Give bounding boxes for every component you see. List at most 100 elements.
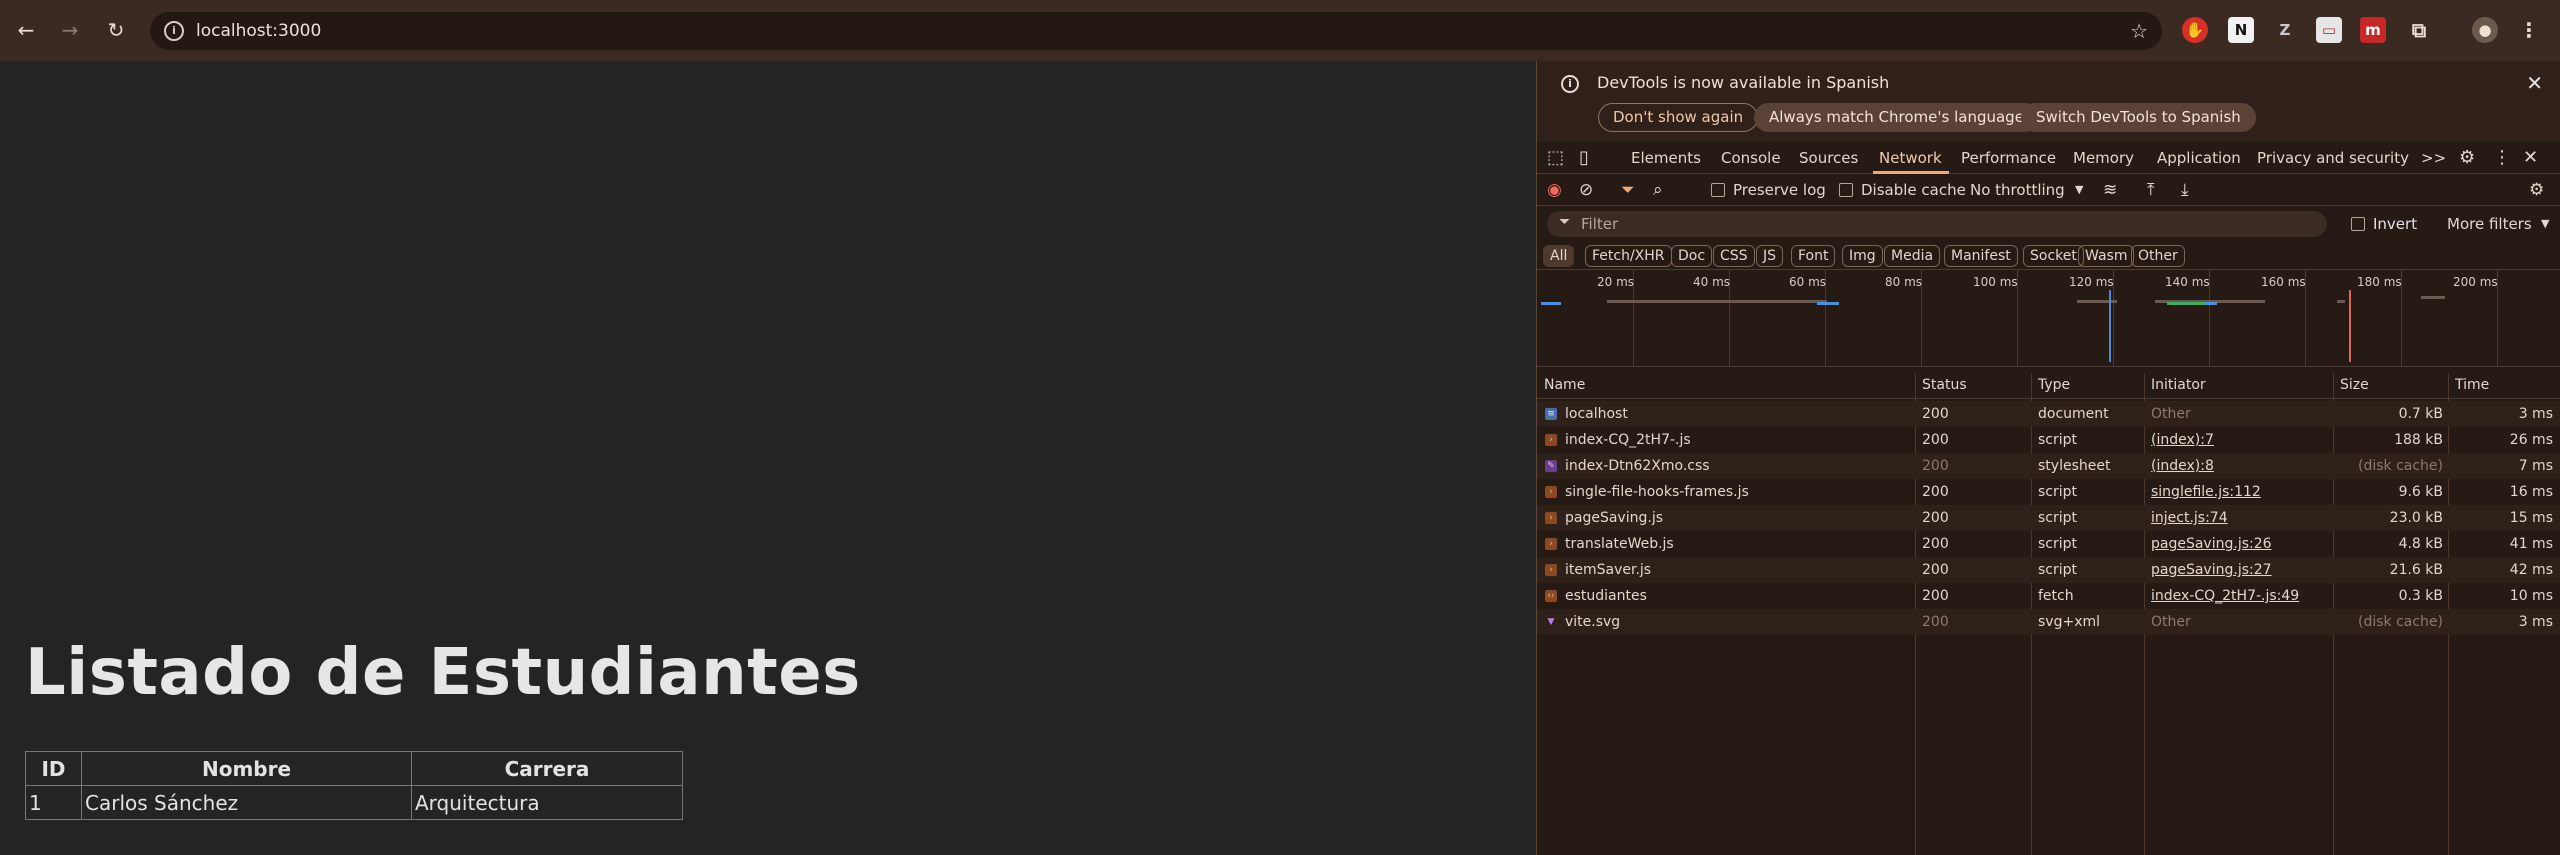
request-initiator[interactable]: (index):8: [2151, 458, 2214, 474]
column-header-status[interactable]: Status: [1922, 377, 1967, 393]
request-name[interactable]: pageSaving.js: [1565, 510, 1663, 526]
switch-to-spanish-button[interactable]: Switch DevTools to Spanish: [2021, 103, 2256, 132]
request-name[interactable]: vite.svg: [1565, 614, 1620, 630]
extension-m-icon[interactable]: m: [2360, 17, 2386, 43]
request-initiator[interactable]: (index):7: [2151, 432, 2214, 448]
settings-gear-icon[interactable]: ⚙: [2459, 147, 2475, 168]
request-name[interactable]: localhost: [1565, 406, 1628, 422]
disable-cache-checkbox[interactable]: [1839, 183, 1853, 197]
request-name[interactable]: estudiantes: [1565, 588, 1647, 604]
extension-card-icon[interactable]: ▭: [2316, 17, 2342, 43]
request-initiator[interactable]: pageSaving.js:26: [2151, 536, 2272, 552]
request-initiator[interactable]: index-CQ_2tH7-.js:49: [2151, 588, 2299, 604]
reload-button[interactable]: ↻: [102, 16, 130, 44]
request-name[interactable]: single-file-hooks-frames.js: [1565, 484, 1749, 500]
back-button[interactable]: ←: [12, 16, 40, 44]
request-row[interactable]: ≡ localhost 200 document Other 0.7 kB 3 ms: [1537, 401, 2560, 427]
type-filter-other[interactable]: Other: [2131, 245, 2185, 267]
filter-input[interactable]: ⏷ Filter: [1547, 211, 2327, 237]
devtools-panel: i DevTools is now available in Spanish ✕…: [1536, 61, 2560, 855]
extension-notion-icon[interactable]: N: [2228, 17, 2254, 43]
address-bar[interactable]: i localhost:3000 ☆: [150, 12, 2162, 50]
type-filter-doc[interactable]: Doc: [1671, 245, 1713, 267]
column-header-initiator[interactable]: Initiator: [2151, 377, 2206, 393]
device-toolbar-icon[interactable]: ▯: [1579, 147, 1589, 168]
column-header-name[interactable]: Name: [1544, 377, 1585, 393]
request-initiator[interactable]: singlefile.js:112: [2151, 484, 2261, 500]
type-filter-font[interactable]: Font: [1791, 245, 1836, 267]
tab-performance[interactable]: Performance: [1961, 149, 2056, 167]
request-row[interactable]: › translateWeb.js 200 script pageSaving.js:2…: [1537, 531, 2560, 557]
request-name[interactable]: itemSaver.js: [1565, 562, 1651, 578]
export-har-icon[interactable]: ⤓: [2181, 180, 2189, 200]
type-filter-css[interactable]: CSS: [1713, 245, 1755, 267]
extension-z-icon[interactable]: Z: [2272, 17, 2298, 43]
request-initiator: Other: [2151, 406, 2191, 422]
tab-elements[interactable]: Elements: [1631, 149, 1701, 167]
column-header-type[interactable]: Type: [2038, 377, 2070, 393]
bookmark-star-icon[interactable]: ☆: [2130, 19, 2148, 43]
more-filters-button[interactable]: More filters: [2447, 215, 2532, 233]
tab-network[interactable]: Network: [1879, 149, 1942, 167]
tab-application[interactable]: Application: [2157, 149, 2241, 167]
request-initiator[interactable]: inject.js:74: [2151, 510, 2228, 526]
type-filter-socket[interactable]: Socket: [2023, 245, 2084, 267]
request-row[interactable]: ▼ vite.svg 200 svg+xml Other (disk cache) 3 ms: [1537, 609, 2560, 635]
request-row[interactable]: ‹› estudiantes 200 fetch index-CQ_2tH7-.js:4…: [1537, 583, 2560, 609]
network-settings-icon[interactable]: ⚙: [2529, 180, 2544, 200]
request-row[interactable]: › pageSaving.js 200 script inject.js:74 23.0 …: [1537, 505, 2560, 531]
request-row[interactable]: ✎ index-Dtn62Xmo.css 200 stylesheet (index):…: [1537, 453, 2560, 479]
network-conditions-icon[interactable]: ≋: [2103, 180, 2117, 200]
column-header-carrera: Carrera: [411, 751, 683, 786]
tab-console[interactable]: Console: [1721, 149, 1781, 167]
throttling-select[interactable]: No throttling: [1970, 181, 2065, 199]
request-name[interactable]: index-CQ_2tH7-.js: [1565, 432, 1691, 448]
always-match-language-button[interactable]: Always match Chrome's language: [1754, 103, 2039, 132]
request-name[interactable]: translateWeb.js: [1565, 536, 1674, 552]
type-filter-img[interactable]: Img: [1842, 245, 1883, 267]
request-row[interactable]: › index-CQ_2tH7-.js 200 script (index):7 188 …: [1537, 427, 2560, 453]
throttling-dropdown-icon[interactable]: ▼: [2075, 183, 2083, 196]
inspect-element-icon[interactable]: ⬚: [1547, 147, 1564, 168]
type-filter-all[interactable]: All: [1543, 245, 1575, 267]
column-header-nombre: Nombre: [81, 751, 412, 786]
request-row[interactable]: › single-file-hooks-frames.js 200 script sin…: [1537, 479, 2560, 505]
tab-privacy-and-security[interactable]: Privacy and security: [2257, 149, 2409, 167]
extension-stop-icon[interactable]: ✋: [2182, 17, 2208, 43]
close-devtools-icon[interactable]: ✕: [2523, 147, 2538, 168]
tick-label: 20 ms: [1597, 275, 1635, 289]
close-infobar-icon[interactable]: ✕: [2526, 71, 2543, 95]
js-file-icon: ›: [1545, 538, 1557, 550]
tab-memory[interactable]: Memory: [2073, 149, 2134, 167]
column-header-size[interactable]: Size: [2340, 377, 2369, 393]
more-tabs-button[interactable]: >>: [2421, 149, 2446, 167]
type-filter-wasm[interactable]: Wasm: [2078, 245, 2135, 267]
dont-show-again-button[interactable]: Don't show again: [1598, 103, 1759, 132]
type-filter-media[interactable]: Media: [1884, 245, 1941, 267]
preserve-log-checkbox[interactable]: [1711, 183, 1725, 197]
request-row[interactable]: › itemSaver.js 200 script pageSaving.js:27 21…: [1537, 557, 2560, 583]
column-header-time[interactable]: Time: [2455, 377, 2489, 393]
browser-menu-icon[interactable]: ⋮: [2516, 17, 2542, 43]
search-icon[interactable]: ⌕: [1653, 180, 1663, 200]
type-filter-fetch-xhr[interactable]: Fetch/XHR: [1585, 245, 1672, 267]
load-marker: [2349, 290, 2351, 362]
extensions-puzzle-icon[interactable]: ⧉: [2406, 17, 2432, 43]
invert-checkbox[interactable]: [2351, 217, 2365, 231]
request-name[interactable]: index-Dtn62Xmo.css: [1565, 458, 1710, 474]
profile-avatar[interactable]: ●: [2472, 17, 2498, 43]
type-filter-manifest[interactable]: Manifest: [1944, 245, 2018, 267]
devtools-menu-icon[interactable]: ⋮: [2493, 147, 2511, 168]
clear-icon[interactable]: ⊘: [1579, 180, 1593, 200]
site-info-icon[interactable]: i: [164, 21, 184, 41]
network-overview[interactable]: 20 ms 40 ms 60 ms 80 ms 100 ms 120 ms 14…: [1537, 270, 2560, 367]
filter-funnel-icon[interactable]: ⏷: [1621, 180, 1635, 200]
url-text[interactable]: localhost:3000: [196, 21, 321, 41]
stop-recording-icon[interactable]: ◉: [1547, 180, 1562, 200]
type-filter-js[interactable]: JS: [1756, 245, 1784, 267]
forward-button[interactable]: →: [56, 16, 84, 44]
more-filters-dropdown-icon[interactable]: ▼: [2541, 217, 2549, 230]
import-har-icon[interactable]: ⤒: [2147, 180, 2155, 200]
tab-sources[interactable]: Sources: [1799, 149, 1858, 167]
request-initiator[interactable]: pageSaving.js:27: [2151, 562, 2272, 578]
